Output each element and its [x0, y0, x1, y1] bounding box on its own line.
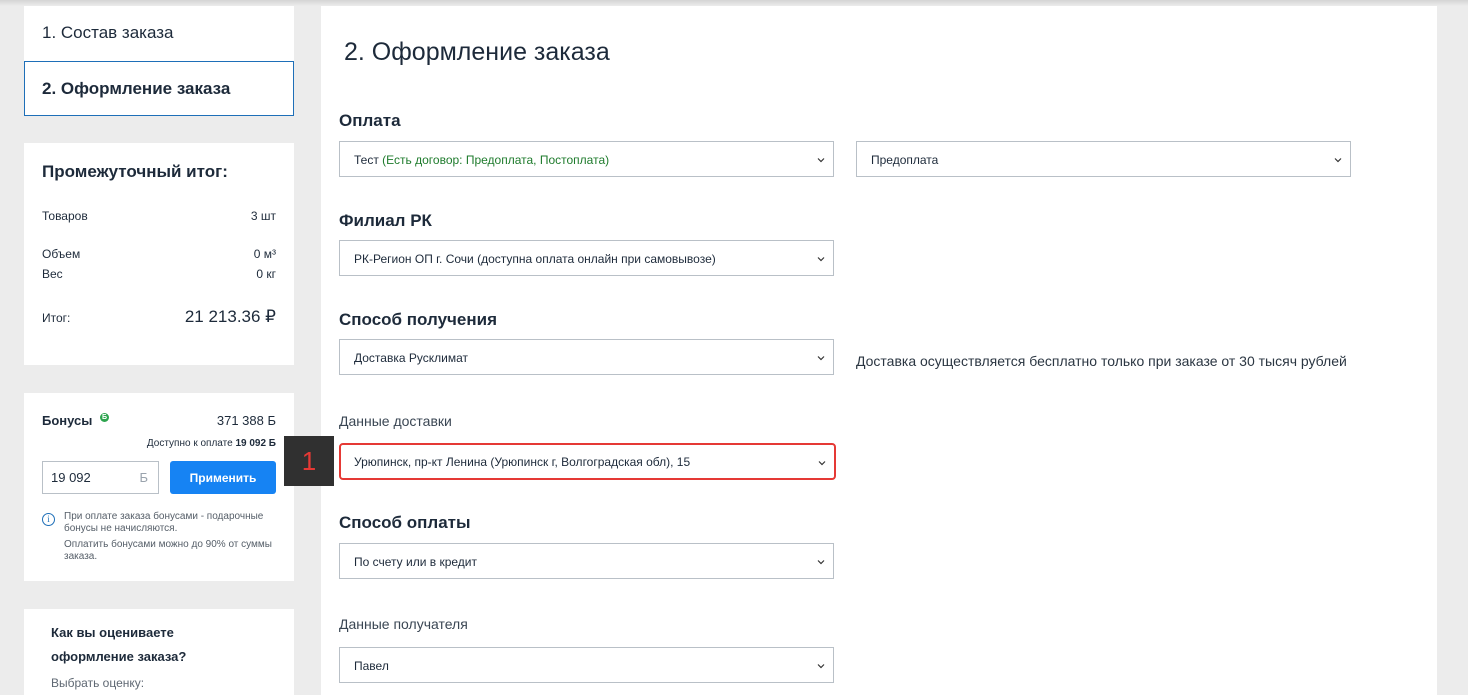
chevron-down-icon: [817, 560, 825, 565]
rating-sub: Выбрать оценку:: [51, 676, 145, 690]
volume-value: 0 м³: [253, 247, 276, 261]
bonus-note: При оплате заказа бонусами - подарочные …: [64, 511, 278, 567]
chevron-down-icon: [817, 158, 825, 163]
checkout-panel: 2. Оформление заказа Оплата Тест (Есть д…: [321, 6, 1437, 695]
bonus-amount: 371 388 Б: [216, 413, 276, 428]
weight-label: Вес: [42, 267, 63, 281]
delivery-address-select[interactable]: Урюпинск, пр-кт Ленина (Урюпинск г, Волг…: [339, 443, 836, 480]
bonus-card: Бонусы Б 371 388 Б Доступно к оплате 19 …: [24, 393, 294, 581]
subtotal-card: Промежуточный итог: Товаров 3 шт Объем 0…: [24, 143, 294, 365]
chevron-down-icon: [1334, 158, 1342, 163]
volume-label: Объем: [42, 247, 81, 261]
payment-select-contract: (Есть договор: Предоплата, Постоплата): [382, 153, 610, 167]
bonus-input-value: 19 092: [51, 470, 91, 485]
receive-select-value: Доставка Русклимат: [354, 351, 468, 365]
bonus-badge-icon: Б: [100, 413, 109, 422]
payment-type-select[interactable]: Предоплата: [856, 141, 1351, 177]
step-checkout-label: 2. Оформление заказа: [42, 79, 231, 98]
recipient-title: Данные получателя: [339, 616, 468, 632]
apply-bonus-button[interactable]: Применить: [170, 461, 276, 494]
payment-select-main: Тест: [354, 153, 383, 167]
chevron-down-icon: [818, 461, 826, 466]
step-checkout[interactable]: 2. Оформление заказа: [24, 61, 294, 116]
bonus-available: Доступно к оплате 19 092 Б: [147, 438, 276, 449]
paymethod-select-value: По счету или в кредит: [354, 555, 477, 569]
bonus-input-currency: Б: [139, 470, 148, 485]
goods-value: 3 шт: [250, 209, 276, 223]
recipient-select-value: Павел: [354, 659, 389, 673]
bonus-label: Бонусы: [42, 413, 93, 428]
annotation-marker: 1: [284, 436, 334, 486]
total-label: Итог:: [42, 311, 71, 325]
page-title: 2. Оформление заказа: [344, 38, 610, 66]
weight-value: 0 кг: [256, 267, 276, 281]
bonus-note-2: Оплатить бонусами можно до 90% от суммы …: [64, 539, 272, 562]
payment-type-value: Предоплата: [871, 153, 939, 167]
goods-label: Товаров: [42, 209, 88, 223]
info-icon: i: [42, 513, 55, 526]
branch-title: Филиал РК: [339, 211, 432, 230]
delivery-free-note: Доставка осуществляется бесплатно только…: [856, 353, 1347, 369]
payment-title: Оплата: [339, 111, 401, 130]
subtotal-title: Промежуточный итог:: [42, 162, 228, 181]
bonus-available-value: 19 092 Б: [235, 438, 276, 449]
paymethod-title: Способ оплаты: [339, 513, 471, 532]
rating-question: Как вы оцениваете оформление заказа?: [51, 625, 187, 664]
receive-method-select[interactable]: Доставка Русклимат: [339, 339, 834, 375]
delivery-title: Данные доставки: [339, 413, 452, 429]
chevron-down-icon: [817, 356, 825, 361]
bonus-amount-input[interactable]: 19 092 Б: [42, 461, 159, 494]
total-value: 21 213.36 ₽: [184, 307, 276, 326]
step-compose-order[interactable]: 1. Состав заказа: [24, 6, 294, 61]
bonus-available-prefix: Доступно к оплате: [146, 438, 236, 449]
branch-select-value: РК-Регион ОП г. Сочи (доступна оплата он…: [354, 252, 716, 266]
bonus-note-1: При оплате заказа бонусами - подарочные …: [64, 511, 264, 534]
chevron-down-icon: [817, 257, 825, 262]
step-compose-label: 1. Состав заказа: [42, 23, 174, 42]
recipient-select[interactable]: Павел: [339, 647, 834, 683]
branch-select[interactable]: РК-Регион ОП г. Сочи (доступна оплата он…: [339, 240, 834, 276]
rating-card: Как вы оцениваете оформление заказа? Выб…: [24, 609, 294, 695]
payment-counterparty-select[interactable]: Тест (Есть договор: Предоплата, Постопла…: [339, 141, 834, 177]
payment-method-select[interactable]: По счету или в кредит: [339, 543, 834, 579]
receive-title: Способ получения: [339, 310, 497, 329]
delivery-select-value: Урюпинск, пр-кт Ленина (Урюпинск г, Волг…: [354, 455, 691, 469]
chevron-down-icon: [817, 664, 825, 669]
